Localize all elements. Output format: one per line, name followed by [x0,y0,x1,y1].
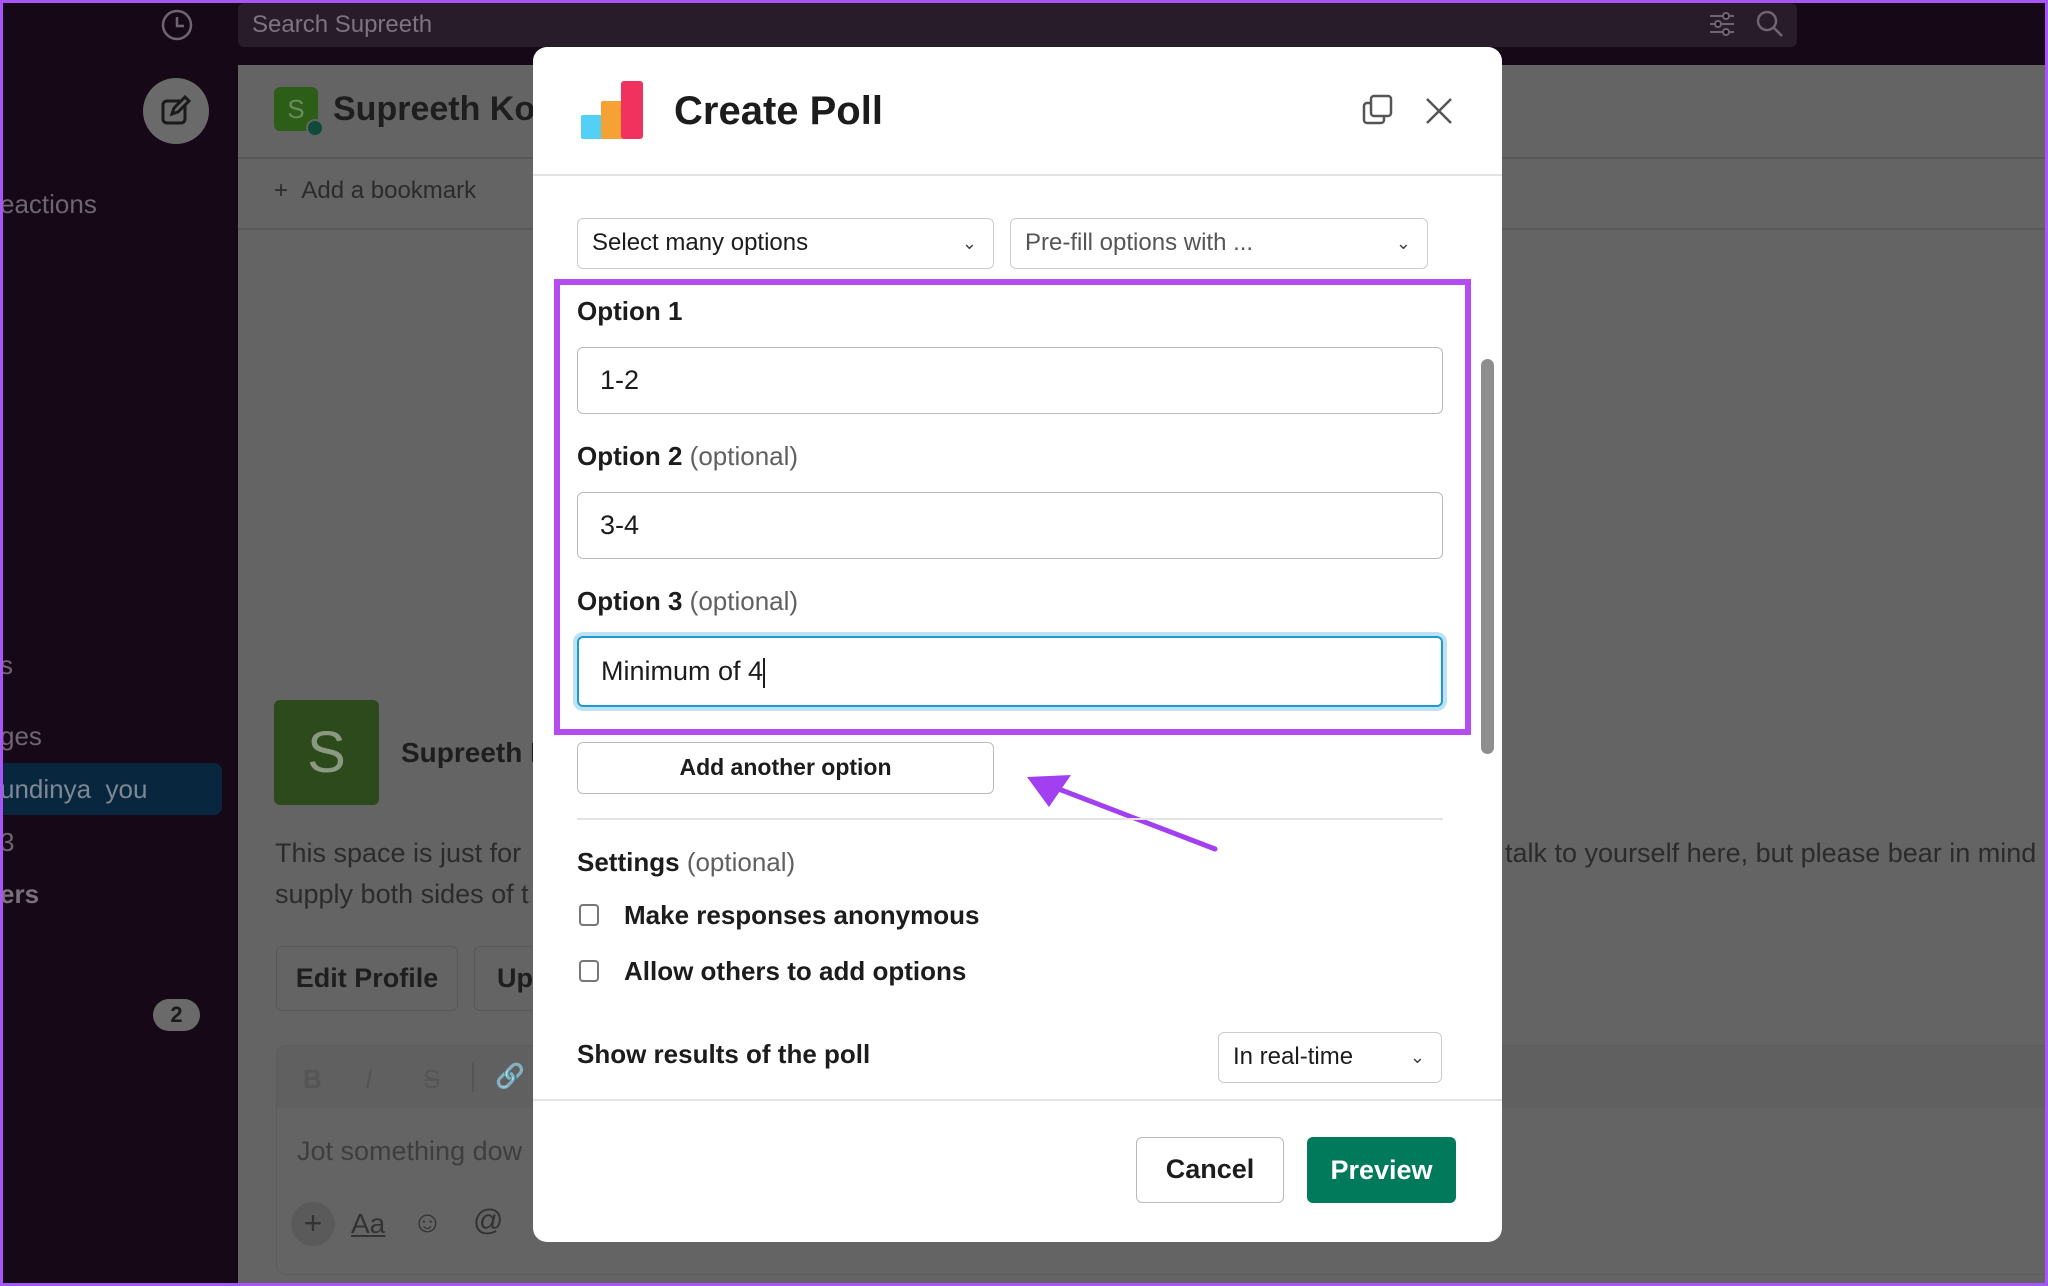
intro-text-right: talk to yourself here, but please bear i… [1505,838,2037,868]
channel-avatar[interactable]: S [274,87,324,137]
badge-count: 2 [153,999,200,1031]
prefill-placeholder: Pre-fill options with ... [1025,229,1254,256]
history-clock-icon[interactable] [160,8,194,42]
header-divider [533,174,1502,176]
poll-type-value: Select many options [592,229,809,256]
scrollbar[interactable] [1481,359,1494,754]
close-icon[interactable] [1424,96,1454,126]
toolbar-divider [472,1062,474,1092]
sidebar-item[interactable]: 3 [0,827,14,858]
create-poll-dialog: Create Poll Select many options ⌄ Pre-fil… [533,47,1502,1242]
cancel-button[interactable]: Cancel [1136,1137,1284,1203]
allow-add-options-label[interactable]: Allow others to add options [624,956,966,987]
sidebar-item[interactable]: s [0,650,13,681]
text-cursor [763,657,766,688]
channel-title[interactable]: Supreeth Kou [333,90,556,129]
poll-type-select[interactable]: Select many options ⌄ [577,218,994,269]
search-icon[interactable] [1755,9,1785,39]
annotation-arrow [1027,775,1218,852]
chevron-down-icon: ⌄ [1409,1047,1425,1067]
option-3-value: Minimum of 4 [601,656,764,686]
intro-text-line2: supply both sides of t [275,879,529,909]
chevron-down-icon: ⌄ [1395,233,1411,253]
you-tag: you [105,774,148,804]
presence-dot [306,119,324,137]
option-2-label: Option 2 (optional) [577,441,798,472]
sidebar-item-self-dm[interactable]: undinya you [0,763,222,815]
compose-icon [161,95,192,125]
avatar-letter: S [287,94,305,124]
add-another-option-button[interactable]: Add another option [577,742,994,794]
intro-text-line1: This space is just for [275,838,522,868]
text-format-icon[interactable]: Aa [351,1208,385,1240]
option-3-label: Option 3 (optional) [577,586,798,617]
add-bookmark-button[interactable]: + Add a bookmark [274,177,476,205]
search-placeholder: Search Supreeth [252,11,433,38]
chevron-down-icon: ⌄ [961,233,977,253]
copy-icon[interactable] [1362,94,1394,126]
optional-hint: (optional) [689,586,799,616]
divider [577,818,1443,820]
profile-avatar[interactable]: S [274,700,379,805]
allow-add-options-checkbox[interactable] [579,960,599,982]
optional-hint: (optional) [686,847,796,877]
preview-button[interactable]: Preview [1307,1137,1456,1203]
emoji-icon[interactable]: ☺ [412,1206,443,1240]
sidebar-item-members[interactable]: ers [0,879,39,910]
option-1-label: Option 1 [577,296,682,327]
link-icon[interactable]: 🔗 [495,1062,525,1091]
option-1-input[interactable]: 1-2 [577,347,1443,414]
show-results-text: Show results of the poll [577,1039,871,1069]
anonymous-label[interactable]: Make responses anonymous [624,900,979,931]
footer-divider [533,1099,1502,1101]
poll-app-logo [581,81,643,139]
strikethrough-icon[interactable]: S [423,1064,440,1095]
option-label-text: Option 3 [577,586,683,616]
plus-icon: + [274,177,289,204]
plus-attach-icon[interactable]: + [291,1202,335,1246]
dm-name: undinya [0,774,92,804]
bookmark-label: Add a bookmark [301,177,477,204]
composer-placeholder[interactable]: Jot something dow [297,1136,522,1167]
sidebar-item-messages[interactable]: ges [0,721,42,752]
search-input[interactable]: Search Supreeth [238,3,1797,47]
show-results-value: In real-time [1233,1043,1354,1070]
option-label-text: Option 2 [577,441,683,471]
italic-icon[interactable]: I [365,1064,372,1095]
option-3-input[interactable]: Minimum of 4 [577,636,1443,707]
filter-icon[interactable] [1708,10,1736,38]
show-results-label: Show results of the poll [577,1039,870,1070]
edit-profile-button[interactable]: Edit Profile [276,946,458,1011]
anonymous-checkbox[interactable] [579,904,599,926]
optional-hint: (optional) [689,441,799,471]
option-label-text: Option 1 [577,296,683,326]
sidebar-item-reactions[interactable]: eactions [0,189,97,220]
bold-icon[interactable]: B [303,1064,322,1095]
mention-icon[interactable]: @ [473,1204,503,1238]
sidebar: eactions s ges undinya you 3 ers 2 [0,65,238,1286]
option-2-input[interactable]: 3-4 [577,492,1443,559]
settings-label: Settings (optional) [577,847,795,878]
prefill-select[interactable]: Pre-fill options with ... ⌄ [1010,218,1428,269]
profile-name[interactable]: Supreeth K [401,737,550,769]
settings-text: Settings [577,847,680,877]
compose-button[interactable] [143,78,209,144]
dialog-title: Create Poll [674,89,883,133]
show-results-select[interactable]: In real-time ⌄ [1218,1032,1442,1083]
